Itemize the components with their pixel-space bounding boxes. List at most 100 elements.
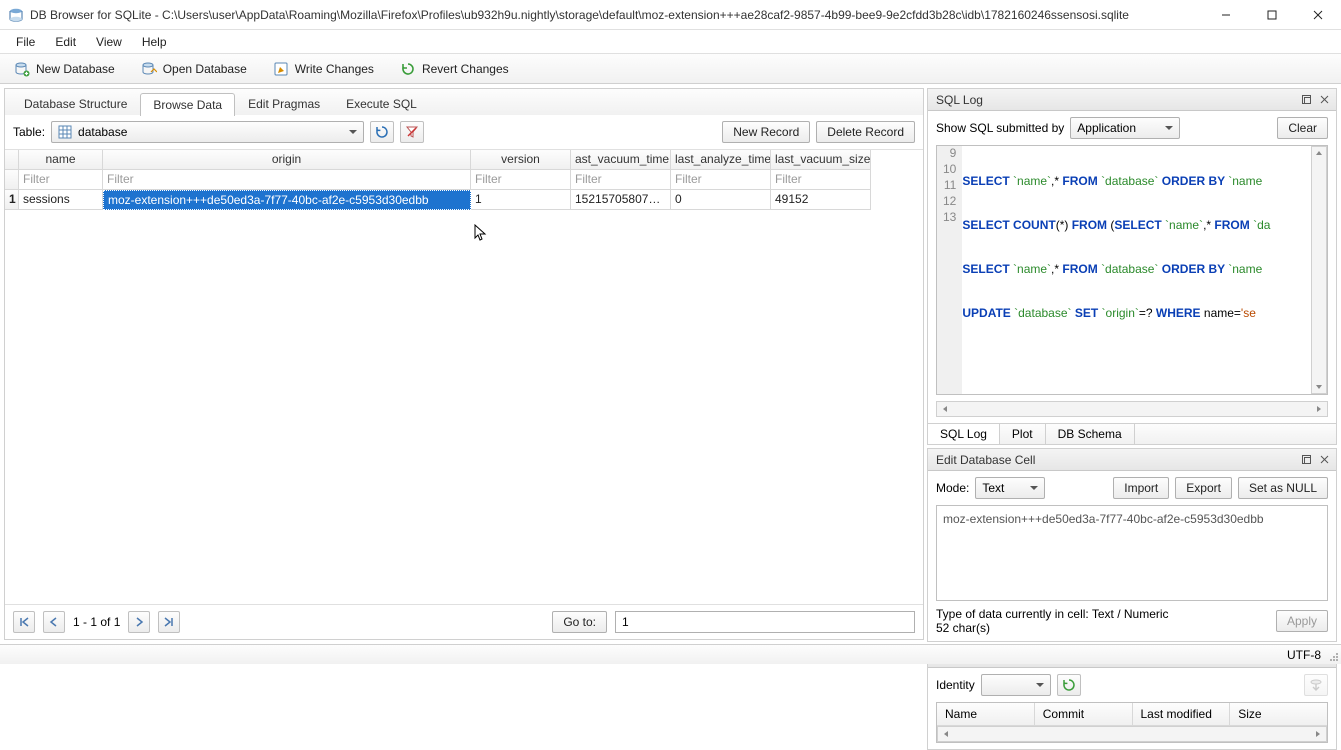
tab-database-structure[interactable]: Database Structure	[11, 92, 140, 115]
subtab-sql-log[interactable]: SQL Log	[928, 424, 1000, 444]
new-database-button[interactable]: New Database	[8, 59, 121, 79]
table-label: Table:	[13, 125, 45, 139]
cell-name[interactable]: sessions	[19, 190, 103, 210]
edit-cell-undock-button[interactable]	[1298, 452, 1314, 468]
cell-last-vacuum-size[interactable]: 49152	[771, 190, 871, 210]
col-header-last-analyze-time[interactable]: last_analyze_time	[671, 150, 771, 170]
export-button[interactable]: Export	[1175, 477, 1232, 499]
revert-changes-label: Revert Changes	[422, 62, 509, 76]
remote-col-size[interactable]: Size	[1230, 703, 1327, 725]
filter-clear-icon	[405, 125, 419, 139]
cell-ast-vacuum-time[interactable]: 15215705807…	[571, 190, 671, 210]
cell-last-analyze-time[interactable]: 0	[671, 190, 771, 210]
menu-view[interactable]: View	[86, 32, 132, 52]
open-database-icon	[141, 61, 157, 77]
mode-select[interactable]: Text	[975, 477, 1045, 499]
sql-hscrollbar[interactable]	[936, 401, 1328, 417]
cell-editor[interactable]: moz-extension+++de50ed3a-7f77-40bc-af2e-…	[936, 505, 1328, 601]
row-header-corner	[5, 150, 19, 170]
cell-version[interactable]: 1	[471, 190, 571, 210]
clear-filters-button[interactable]	[400, 121, 424, 143]
next-page-button[interactable]	[128, 611, 150, 633]
gutter-line: 13	[943, 210, 956, 226]
col-header-name[interactable]: name	[19, 150, 103, 170]
sql-log-text[interactable]: 9 10 11 12 13 SELECT `name`,* FROM `data…	[936, 145, 1328, 395]
sql-code[interactable]: SELECT `name`,* FROM `database` ORDER BY…	[962, 146, 1311, 394]
minimize-button[interactable]	[1203, 0, 1249, 30]
edit-cell-close-button[interactable]	[1316, 452, 1332, 468]
sql-log-show-label: Show SQL submitted by	[936, 121, 1064, 135]
remote-col-last-modified[interactable]: Last modified	[1133, 703, 1231, 725]
remote-col-name[interactable]: Name	[937, 703, 1035, 725]
close-button[interactable]	[1295, 0, 1341, 30]
write-changes-button[interactable]: Write Changes	[267, 59, 380, 79]
remote-push-button[interactable]	[1304, 674, 1328, 696]
filter-name[interactable]	[23, 172, 98, 186]
datagrid[interactable]: name origin version ast_vacuum_time last…	[5, 149, 923, 604]
goto-button[interactable]: Go to:	[552, 611, 607, 633]
last-page-button[interactable]	[158, 611, 180, 633]
remote-hscrollbar[interactable]	[937, 726, 1327, 742]
table-select-value: database	[78, 125, 127, 139]
open-database-label: Open Database	[163, 62, 247, 76]
gutter-line: 12	[943, 194, 956, 210]
remote-col-commit[interactable]: Commit	[1035, 703, 1133, 725]
table-row[interactable]: 1 sessions moz-extension+++de50ed3a-7f77…	[5, 190, 923, 210]
write-changes-icon	[273, 61, 289, 77]
identity-select[interactable]	[981, 674, 1051, 696]
titlebar: DB Browser for SQLite - C:\Users\user\Ap…	[0, 0, 1341, 30]
sql-log-source-select[interactable]: Application	[1070, 117, 1180, 139]
col-header-ast-vacuum-time[interactable]: ast_vacuum_time	[571, 150, 671, 170]
gutter-line: 11	[943, 178, 956, 194]
page-range: 1 - 1 of 1	[73, 615, 120, 629]
table-select[interactable]: database	[51, 121, 364, 143]
mode-value: Text	[982, 481, 1004, 495]
menu-edit[interactable]: Edit	[45, 32, 86, 52]
cell-origin[interactable]: moz-extension+++de50ed3a-7f77-40bc-af2e-…	[103, 190, 471, 210]
open-database-button[interactable]: Open Database	[135, 59, 253, 79]
sql-vscrollbar[interactable]	[1311, 146, 1327, 394]
prev-page-button[interactable]	[43, 611, 65, 633]
filter-ast-vacuum-time[interactable]	[575, 172, 666, 186]
tab-execute-sql[interactable]: Execute SQL	[333, 92, 430, 115]
apply-button[interactable]: Apply	[1276, 610, 1328, 632]
remote-refresh-button[interactable]	[1057, 674, 1081, 696]
sql-log-clear-button[interactable]: Clear	[1277, 117, 1328, 139]
revert-changes-button[interactable]: Revert Changes	[394, 59, 515, 79]
set-null-button[interactable]: Set as NULL	[1238, 477, 1328, 499]
new-database-label: New Database	[36, 62, 115, 76]
new-record-button[interactable]: New Record	[722, 121, 810, 143]
refresh-button[interactable]	[370, 121, 394, 143]
col-header-origin[interactable]: origin	[103, 150, 471, 170]
push-icon	[1309, 678, 1323, 692]
subtab-plot[interactable]: Plot	[1000, 424, 1046, 444]
subtab-db-schema[interactable]: DB Schema	[1046, 424, 1135, 444]
sql-log-undock-button[interactable]	[1298, 92, 1314, 108]
left-pane: Database Structure Browse Data Edit Prag…	[4, 88, 924, 640]
mode-label: Mode:	[936, 481, 969, 495]
filter-version[interactable]	[475, 172, 566, 186]
first-page-button[interactable]	[13, 611, 35, 633]
resize-grip-icon[interactable]	[1327, 650, 1339, 662]
import-button[interactable]: Import	[1113, 477, 1169, 499]
menubar: File Edit View Help	[0, 30, 1341, 54]
tab-edit-pragmas[interactable]: Edit Pragmas	[235, 92, 333, 115]
delete-record-button[interactable]: Delete Record	[816, 121, 915, 143]
menu-help[interactable]: Help	[132, 32, 177, 52]
remote-table[interactable]: Name Commit Last modified Size	[936, 702, 1328, 743]
pager: 1 - 1 of 1 Go to:	[5, 604, 923, 639]
filter-origin[interactable]	[107, 172, 466, 186]
filter-last-vacuum-size[interactable]	[775, 172, 866, 186]
filter-rownum	[5, 170, 19, 190]
goto-input[interactable]	[615, 611, 915, 633]
row-number[interactable]: 1	[5, 190, 19, 210]
refresh-icon	[375, 125, 389, 139]
maximize-button[interactable]	[1249, 0, 1295, 30]
filter-last-analyze-time[interactable]	[675, 172, 766, 186]
col-header-version[interactable]: version	[471, 150, 571, 170]
col-header-last-vacuum-size[interactable]: last_vacuum_size	[771, 150, 871, 170]
sql-log-close-button[interactable]	[1316, 92, 1332, 108]
sql-log-title: SQL Log	[936, 93, 1296, 107]
tab-browse-data[interactable]: Browse Data	[140, 93, 235, 116]
menu-file[interactable]: File	[6, 32, 45, 52]
